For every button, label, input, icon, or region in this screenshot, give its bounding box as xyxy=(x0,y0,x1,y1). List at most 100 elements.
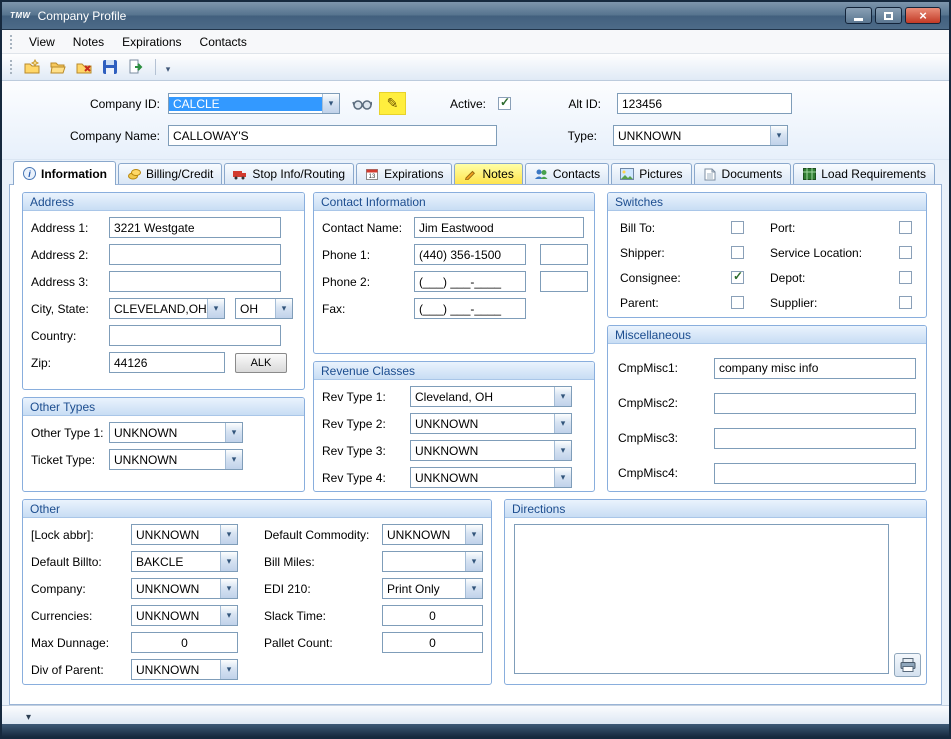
state-combo[interactable]: OH xyxy=(235,298,293,319)
address1-input[interactable] xyxy=(109,217,281,238)
address3-input[interactable] xyxy=(109,271,281,292)
currencies-combo[interactable]: UNKNOWN xyxy=(131,605,238,626)
chevron-down-icon[interactable] xyxy=(220,525,237,544)
edit-button[interactable] xyxy=(379,92,406,115)
service-location-checkbox[interactable] xyxy=(899,246,912,259)
tab-load-requirements[interactable]: Load Requirements xyxy=(793,163,935,184)
supplier-checkbox[interactable] xyxy=(899,296,912,309)
menu-view[interactable]: View xyxy=(20,32,64,52)
type-combo[interactable]: UNKNOWN xyxy=(613,125,788,146)
company-name-input[interactable] xyxy=(168,125,497,146)
slack-time-input[interactable] xyxy=(382,605,483,626)
div-of-parent-combo[interactable]: UNKNOWN xyxy=(131,659,238,680)
directions-textarea[interactable] xyxy=(514,524,889,674)
company-combo[interactable]: UNKNOWN xyxy=(131,578,238,599)
tab-label: Pictures xyxy=(639,167,682,181)
depot-checkbox[interactable] xyxy=(899,271,912,284)
address2-input[interactable] xyxy=(109,244,281,265)
zip-input[interactable] xyxy=(109,352,225,373)
chevron-down-icon[interactable] xyxy=(220,606,237,625)
lookup-button[interactable] xyxy=(348,92,375,115)
alk-button[interactable]: ALK xyxy=(235,353,287,373)
export-button[interactable] xyxy=(124,56,148,78)
rev-type3-combo[interactable]: UNKNOWN xyxy=(410,440,572,461)
open-button[interactable] xyxy=(46,56,70,78)
chevron-down-icon[interactable] xyxy=(554,441,571,460)
lock-abbr-combo[interactable]: UNKNOWN xyxy=(131,524,238,545)
chevron-down-icon[interactable] xyxy=(322,94,339,113)
chevron-down-icon[interactable] xyxy=(275,299,292,318)
chevron-down-icon[interactable] xyxy=(220,660,237,679)
toolbar-overflow-button[interactable] xyxy=(161,56,175,78)
menu-grip[interactable] xyxy=(10,35,14,49)
chevron-down-icon[interactable] xyxy=(465,525,482,544)
tab-documents[interactable]: Documents xyxy=(694,163,792,184)
chevron-down-icon[interactable] xyxy=(554,387,571,406)
tab-billing-credit[interactable]: Billing/Credit xyxy=(118,163,222,184)
chevron-down-icon[interactable] xyxy=(770,126,787,145)
cmpmisc4-input[interactable] xyxy=(714,463,916,484)
chevron-down-icon[interactable] xyxy=(220,552,237,571)
chevron-down-icon[interactable] xyxy=(225,450,242,469)
phone2-ext-input[interactable] xyxy=(540,271,588,292)
cmpmisc2-input[interactable] xyxy=(714,393,916,414)
tab-label: Information xyxy=(41,167,107,181)
tab-stop-info-routing[interactable]: Stop Info/Routing xyxy=(224,163,354,184)
alt-id-input[interactable] xyxy=(617,93,792,114)
default-commodity-combo[interactable]: UNKNOWN xyxy=(382,524,483,545)
close-company-button[interactable] xyxy=(72,56,96,78)
maximize-button[interactable] xyxy=(875,7,902,24)
rev-type2-combo[interactable]: UNKNOWN xyxy=(410,413,572,434)
tab-expirations[interactable]: 13 Expirations xyxy=(356,163,452,184)
tab-contacts[interactable]: Contacts xyxy=(525,163,609,184)
pallet-count-input[interactable] xyxy=(382,632,483,653)
cmpmisc1-input[interactable] xyxy=(714,358,916,379)
chevron-down-icon[interactable] xyxy=(220,579,237,598)
menu-notes[interactable]: Notes xyxy=(64,32,113,52)
tab-notes[interactable]: Notes xyxy=(454,163,522,184)
phone1-ext-input[interactable] xyxy=(540,244,588,265)
company-id-combo[interactable]: CALCLE xyxy=(168,93,340,114)
cmpmisc3-label: CmpMisc3: xyxy=(618,431,714,445)
chevron-down-icon[interactable] xyxy=(207,299,224,318)
phone1-input[interactable] xyxy=(414,244,526,265)
chevron-down-icon[interactable] xyxy=(225,423,242,442)
max-dunnage-input[interactable] xyxy=(131,632,238,653)
menu-contacts[interactable]: Contacts xyxy=(191,32,256,52)
new-button[interactable] xyxy=(20,56,44,78)
chevron-down-icon[interactable] xyxy=(554,414,571,433)
active-checkbox[interactable] xyxy=(498,97,511,110)
bottom-drawer-toggle[interactable] xyxy=(20,708,37,723)
tab-information[interactable]: i Information xyxy=(13,161,116,185)
print-button[interactable] xyxy=(894,653,921,677)
consignee-checkbox[interactable] xyxy=(731,271,744,284)
phone2-input[interactable] xyxy=(414,271,526,292)
country-input[interactable] xyxy=(109,325,281,346)
default-billto-combo[interactable]: BAKCLE xyxy=(131,551,238,572)
ticket-type-label: Ticket Type: xyxy=(31,453,109,467)
save-button[interactable] xyxy=(98,56,122,78)
minimize-button[interactable] xyxy=(845,7,872,24)
toolbar-grip[interactable] xyxy=(10,60,14,74)
fax-input[interactable] xyxy=(414,298,526,319)
shipper-checkbox[interactable] xyxy=(731,246,744,259)
rev-type4-combo[interactable]: UNKNOWN xyxy=(410,467,572,488)
bill-miles-combo[interactable] xyxy=(382,551,483,572)
ticket-type-combo[interactable]: UNKNOWN xyxy=(109,449,243,470)
bill-to-checkbox[interactable] xyxy=(731,221,744,234)
city-combo[interactable]: CLEVELAND,OH/ xyxy=(109,298,225,319)
chevron-down-icon[interactable] xyxy=(465,579,482,598)
other-type1-combo[interactable]: UNKNOWN xyxy=(109,422,243,443)
parent-checkbox[interactable] xyxy=(731,296,744,309)
menu-expirations[interactable]: Expirations xyxy=(113,32,190,52)
contact-name-input[interactable] xyxy=(414,217,584,238)
cmpmisc3-input[interactable] xyxy=(714,428,916,449)
close-button[interactable] xyxy=(905,7,941,24)
chevron-down-icon[interactable] xyxy=(465,552,482,571)
rev-type1-combo[interactable]: Cleveland, OH xyxy=(410,386,572,407)
edi-210-combo[interactable]: Print Only xyxy=(382,578,483,599)
chevron-down-icon[interactable] xyxy=(554,468,571,487)
tab-pictures[interactable]: Pictures xyxy=(611,163,691,184)
port-checkbox[interactable] xyxy=(899,221,912,234)
menu-bar: View Notes Expirations Contacts xyxy=(2,30,949,54)
